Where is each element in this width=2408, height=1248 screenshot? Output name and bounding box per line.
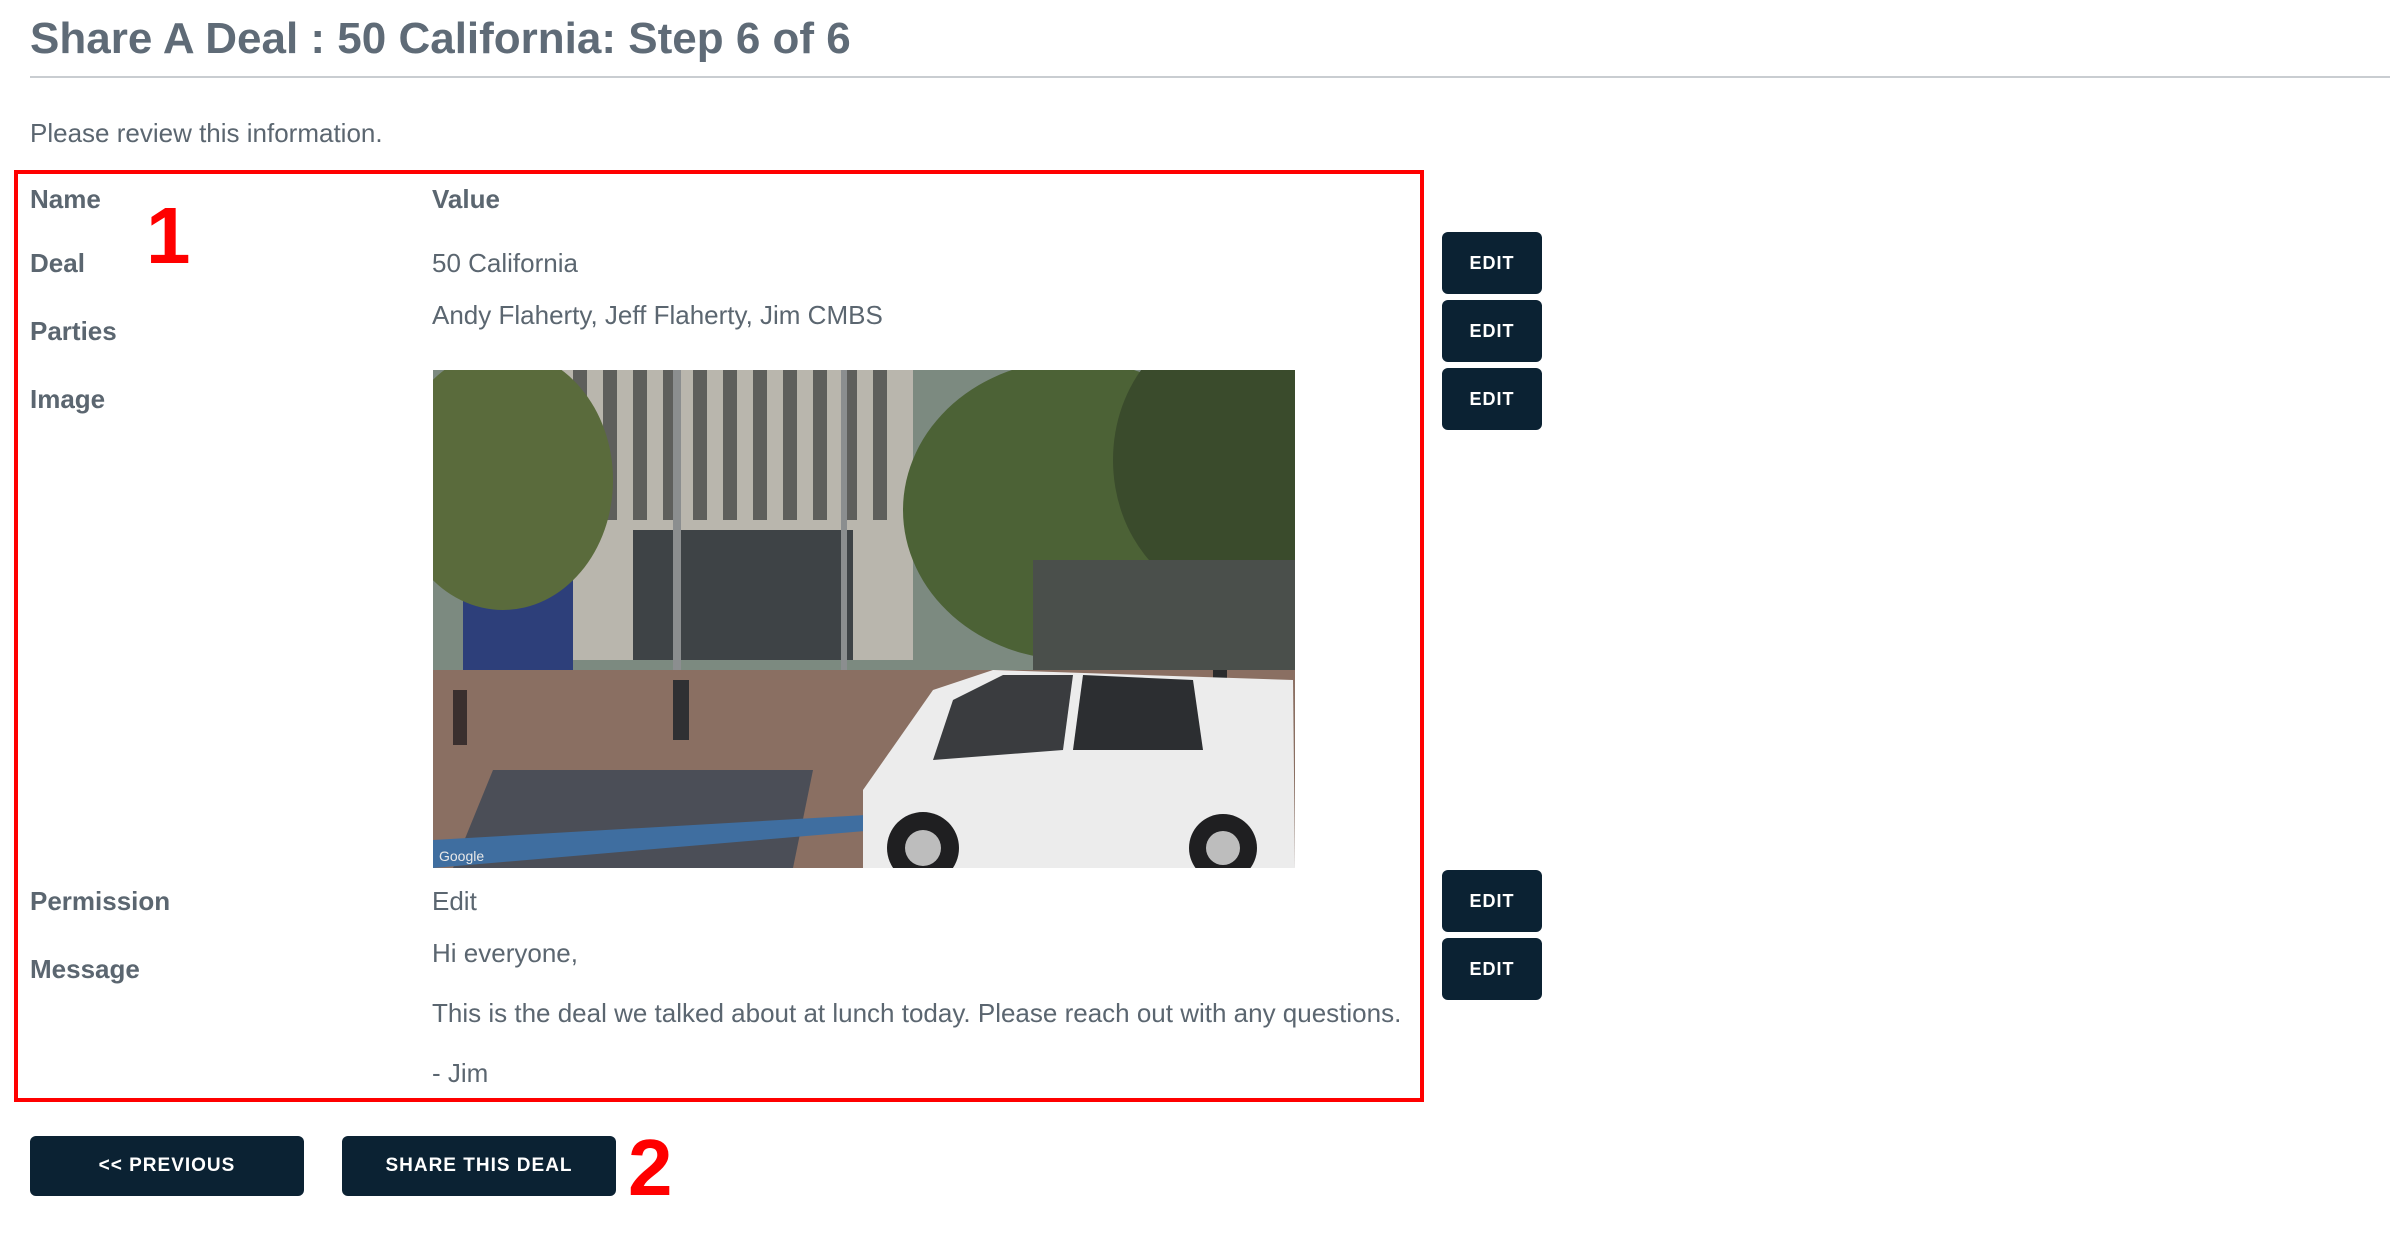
annotation-number-1: 1 — [146, 191, 191, 280]
page-title: Share A Deal : 50 California: Step 6 of … — [30, 14, 851, 63]
edit-message-button[interactable]: EDIT — [1442, 938, 1542, 1000]
review-instructions: Please review this information. — [30, 118, 383, 148]
row-value-permission: Edit — [432, 886, 477, 916]
image-watermark: Google — [439, 848, 485, 864]
row-label-deal: Deal — [30, 248, 85, 278]
row-label-image: Image — [30, 384, 106, 414]
message-line-body: This is the deal we talked about at lunc… — [432, 998, 1402, 1028]
row-label-parties: Parties — [30, 316, 117, 346]
deal-street-photo: Google — [433, 370, 1295, 868]
column-header-name: Name — [30, 184, 101, 214]
row-label-message: Message — [30, 954, 140, 984]
edit-permission-button[interactable]: EDIT — [1442, 870, 1542, 932]
row-label-permission: Permission — [30, 886, 171, 916]
street-scene-illustration — [433, 370, 1295, 868]
message-line-signature: - Jim — [432, 1058, 489, 1088]
row-value-deal: 50 California — [432, 248, 578, 278]
column-header-value: Value — [432, 184, 500, 214]
edit-parties-button[interactable]: EDIT — [1442, 300, 1542, 362]
previous-button[interactable]: << PREVIOUS — [30, 1136, 304, 1196]
row-value-parties: Andy Flaherty, Jeff Flaherty, Jim CMBS — [432, 300, 883, 330]
edit-deal-button[interactable]: EDIT — [1442, 232, 1542, 294]
message-line-greeting: Hi everyone, — [432, 938, 578, 968]
share-deal-button[interactable]: SHARE THIS DEAL — [342, 1136, 616, 1196]
title-divider — [30, 76, 2390, 78]
annotation-number-2: 2 — [628, 1123, 673, 1212]
edit-image-button[interactable]: EDIT — [1442, 368, 1542, 430]
